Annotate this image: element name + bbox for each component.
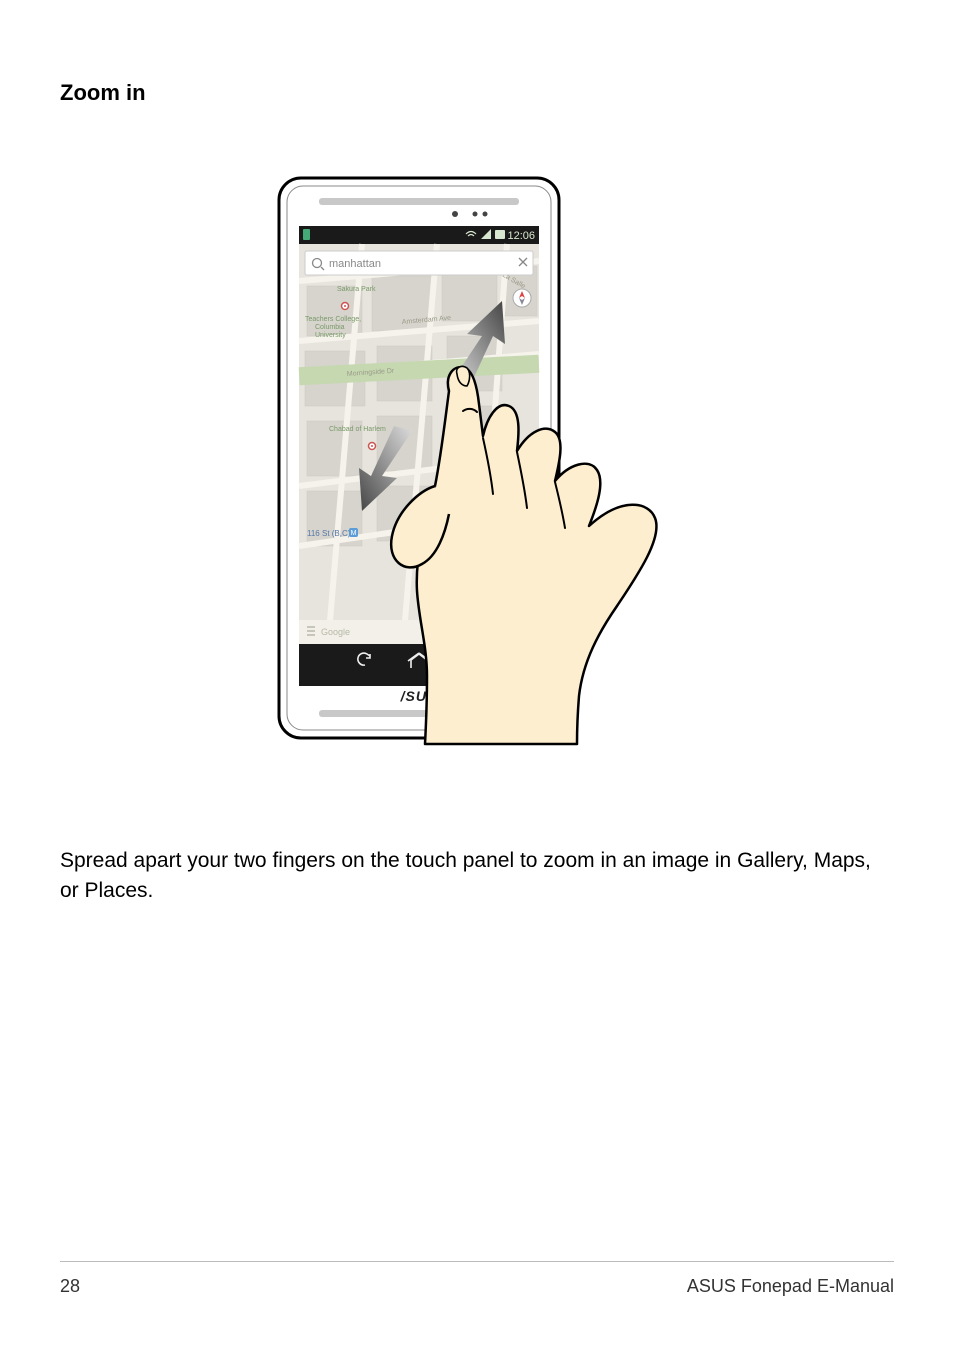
search-value[interactable]: manhattan xyxy=(329,258,381,270)
map-label-station: 116 St (B,C) M xyxy=(307,528,358,538)
google-label: Google xyxy=(321,627,350,637)
svg-text:116 St (B,C): 116 St (B,C) xyxy=(307,529,351,538)
status-time: 12:06 xyxy=(507,230,535,242)
svg-text:M: M xyxy=(351,530,357,537)
instruction-text: Spread apart your two fingers on the tou… xyxy=(60,846,894,907)
zoom-in-illustration: 12:06 xyxy=(60,176,894,746)
map-label-chabad: Chabad of Harlem xyxy=(329,426,386,433)
page-number: 28 xyxy=(60,1276,80,1297)
section-heading: Zoom in xyxy=(60,80,894,106)
device-gesture-svg: 12:06 xyxy=(277,176,677,746)
book-title: ASUS Fonepad E-Manual xyxy=(687,1276,894,1297)
map-label-sakura: Sakura Park xyxy=(337,286,376,293)
